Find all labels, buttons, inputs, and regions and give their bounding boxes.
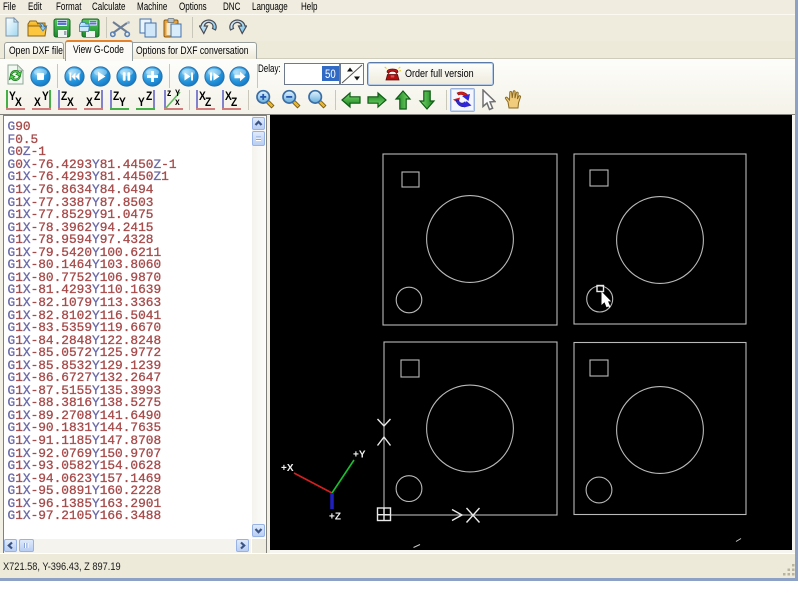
svg-text:+X: +X — [281, 463, 294, 474]
svg-text:+Y: +Y — [353, 450, 366, 461]
svg-text:+Z: +Z — [329, 512, 341, 523]
